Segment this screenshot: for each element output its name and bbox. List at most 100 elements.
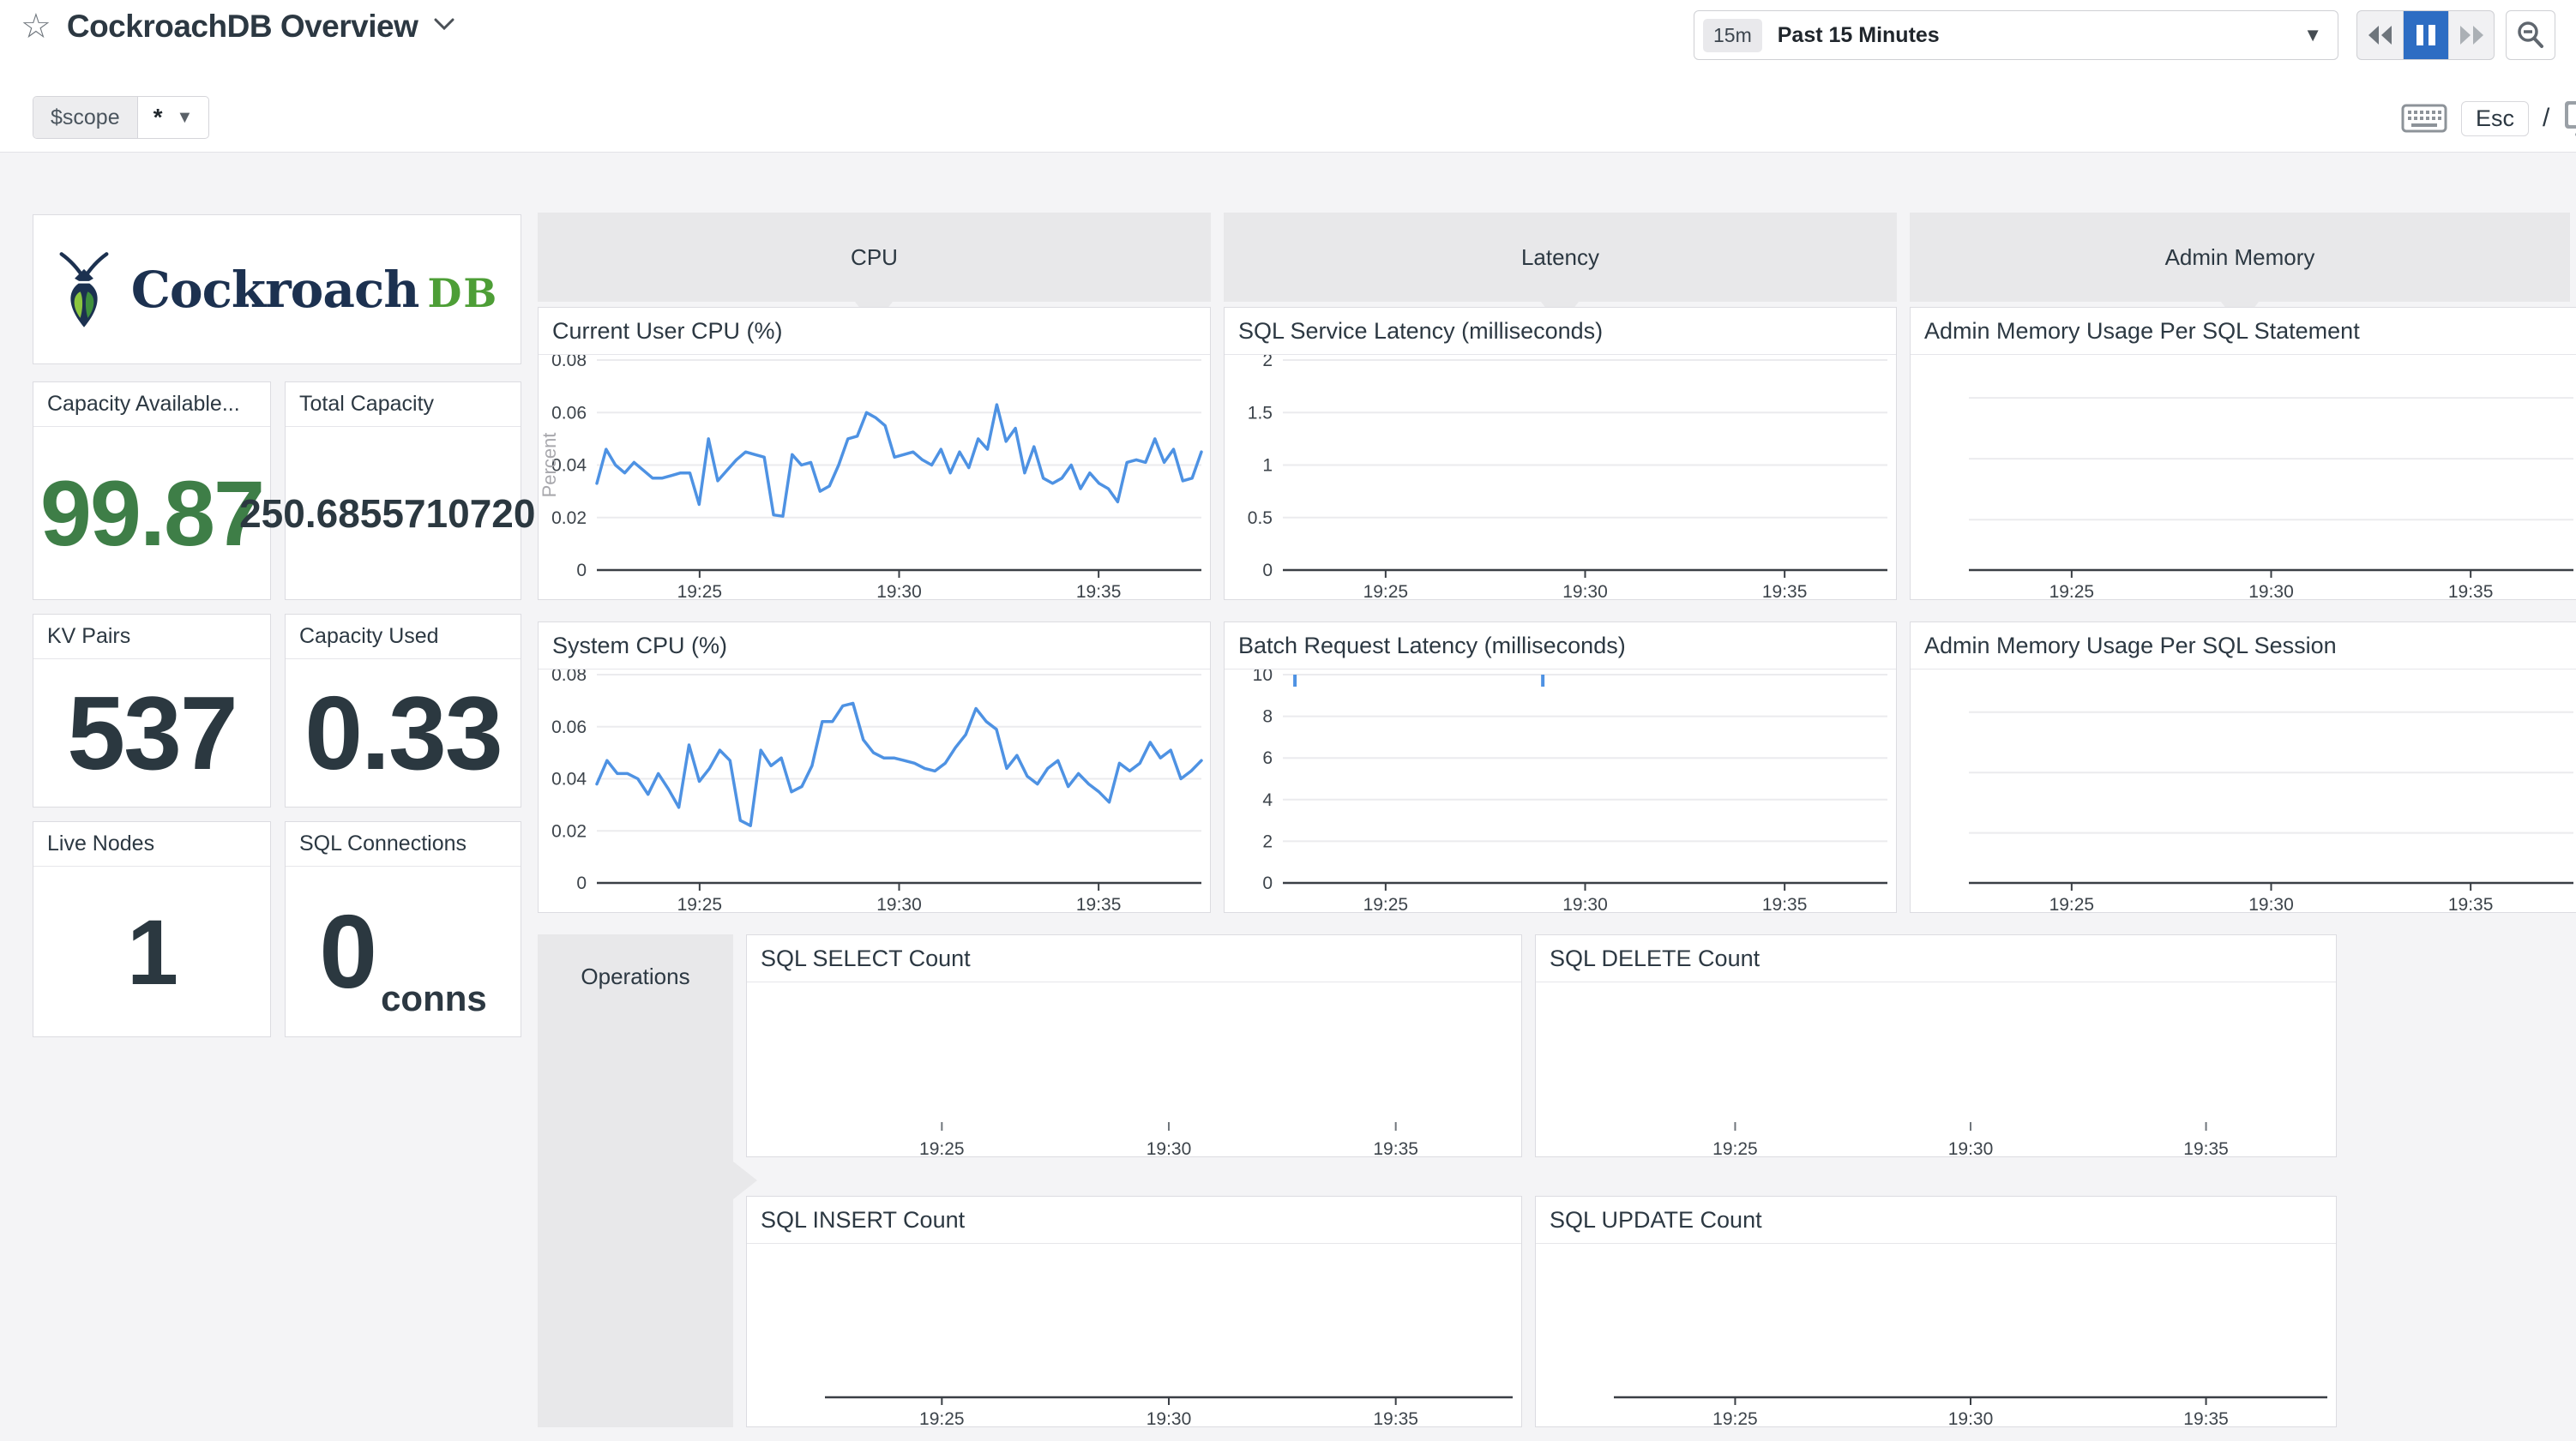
- chart-panel-sql-delete-count[interactable]: SQL DELETE Count 19:2519:3019:35: [1535, 934, 2337, 1157]
- chart-plot[interactable]: 00.511.5219:2519:3019:35: [1225, 355, 1896, 599]
- group-title: Admin Memory: [2165, 244, 2315, 271]
- chart-title: SQL INSERT Count: [747, 1197, 1521, 1244]
- svg-text:2: 2: [1262, 832, 1273, 851]
- chart-panel-admin-memory-session[interactable]: Admin Memory Usage Per SQL Session 19:25…: [1910, 621, 2576, 913]
- svg-text:4: 4: [1262, 790, 1273, 810]
- chart-title: Current User CPU (%): [539, 308, 1210, 355]
- svg-text:19:25: 19:25: [677, 895, 723, 912]
- svg-text:0.02: 0.02: [551, 508, 587, 528]
- svg-text:19:25: 19:25: [1363, 895, 1409, 912]
- scope-variable-selector[interactable]: $scope * ▼: [33, 96, 209, 139]
- stat-label: KV Pairs: [33, 615, 270, 659]
- slash-separator: /: [2543, 104, 2549, 133]
- chart-title: SQL Service Latency (milliseconds): [1225, 308, 1896, 355]
- cockroachdb-logo-text: CockroachDB: [131, 261, 498, 319]
- title-chevron-down-icon[interactable]: [433, 16, 454, 37]
- svg-text:19:30: 19:30: [1948, 1139, 1994, 1156]
- svg-text:19:25: 19:25: [2049, 582, 2095, 599]
- tv-mode-icon[interactable]: [2563, 99, 2576, 137]
- playback-controls: [2356, 10, 2495, 60]
- stat-value-wrap: 0 conns: [286, 867, 521, 1036]
- cockroachdb-bug-icon: [56, 250, 112, 329]
- svg-text:19:35: 19:35: [1762, 895, 1808, 912]
- stat-label: SQL Connections: [286, 822, 521, 867]
- chart-plot[interactable]: 19:2519:3019:35: [1536, 1244, 2336, 1426]
- chart-plot[interactable]: 00.020.040.060.0819:2519:3019:35Percent: [539, 355, 1210, 599]
- keyboard-icon[interactable]: [2401, 102, 2447, 135]
- svg-text:0.5: 0.5: [1248, 508, 1273, 528]
- chart-plot[interactable]: 19:2519:3019:35: [747, 1244, 1521, 1426]
- chart-plot[interactable]: 024681019:2519:3019:35: [1225, 669, 1896, 912]
- stat-card-total-capacity: Total Capacity 250.6855710720 GB: [285, 381, 521, 600]
- chart-title: Admin Memory Usage Per SQL Statement: [1911, 308, 2576, 355]
- stat-card-capacity-available: Capacity Available... 99.87: [33, 381, 271, 600]
- stat-value-wrap: 250.6855710720 GB: [286, 427, 521, 599]
- svg-text:10: 10: [1253, 669, 1273, 685]
- zoom-out-button[interactable]: [2506, 10, 2555, 60]
- group-header-cpu[interactable]: CPU: [538, 213, 1211, 302]
- pause-button[interactable]: [2403, 11, 2448, 59]
- svg-text:19:30: 19:30: [2248, 895, 2294, 912]
- magnifier-minus-icon: [2514, 19, 2547, 51]
- stat-card-live-nodes: Live Nodes 1: [33, 821, 271, 1037]
- stat-label: Capacity Used: [286, 615, 521, 659]
- svg-text:1: 1: [1262, 456, 1273, 476]
- chart-plot[interactable]: 19:2519:3019:35: [1911, 669, 2576, 912]
- stat-value: 0.33: [304, 673, 501, 793]
- favorite-star-icon[interactable]: ☆: [21, 9, 51, 44]
- svg-text:2: 2: [1262, 355, 1273, 370]
- stat-card-sql-connections: SQL Connections 0 conns: [285, 821, 521, 1037]
- svg-text:6: 6: [1262, 748, 1273, 768]
- group-title: CPU: [851, 244, 898, 271]
- pause-icon: [2415, 22, 2437, 48]
- chart-title: SQL SELECT Count: [747, 935, 1521, 982]
- esc-key-hint: Esc: [2461, 101, 2529, 136]
- stat-label: Capacity Available...: [33, 382, 270, 427]
- chart-plot[interactable]: 19:2519:3019:35: [747, 982, 1521, 1156]
- cockroachdb-logo-card: CockroachDB: [33, 214, 521, 364]
- shortcut-row: Esc /: [2401, 99, 2576, 137]
- svg-text:19:35: 19:35: [2448, 895, 2494, 912]
- svg-text:19:25: 19:25: [1712, 1409, 1758, 1426]
- chart-plot[interactable]: 00.020.040.060.0819:2519:3019:35: [539, 669, 1210, 912]
- group-header-latency[interactable]: Latency: [1224, 213, 1897, 302]
- chart-title: SQL UPDATE Count: [1536, 1197, 2336, 1244]
- chart-panel-sql-select-count[interactable]: SQL SELECT Count 19:2519:3019:35: [746, 934, 1522, 1157]
- chart-title: SQL DELETE Count: [1536, 935, 2336, 982]
- chart-panel-system-cpu[interactable]: System CPU (%) 00.020.040.060.0819:2519:…: [538, 621, 1211, 913]
- time-range-badge: 15m: [1703, 19, 1762, 52]
- stat-card-capacity-used: Capacity Used 0.33: [285, 614, 521, 808]
- time-range-caret-icon: ▼: [2303, 24, 2322, 46]
- fast-forward-button[interactable]: [2448, 11, 2494, 59]
- svg-text:0.06: 0.06: [551, 403, 587, 423]
- stat-value: 99.87: [40, 459, 263, 567]
- svg-text:0.02: 0.02: [551, 821, 587, 841]
- group-header-operations[interactable]: Operations: [538, 934, 733, 1427]
- svg-text:0.08: 0.08: [551, 669, 587, 685]
- chart-panel-sql-service-latency[interactable]: SQL Service Latency (milliseconds) 00.51…: [1224, 307, 1897, 600]
- stat-value-wrap: 0.33: [286, 659, 521, 807]
- chart-panel-batch-request-latency[interactable]: Batch Request Latency (milliseconds) 024…: [1224, 621, 1897, 913]
- stat-card-kv-pairs: KV Pairs 537: [33, 614, 271, 808]
- scope-variable-name: $scope: [33, 97, 138, 138]
- chart-panel-sql-insert-count[interactable]: SQL INSERT Count 19:2519:3019:35: [746, 1196, 1522, 1427]
- chart-panel-admin-memory-statement[interactable]: Admin Memory Usage Per SQL Statement 19:…: [1910, 307, 2576, 600]
- svg-text:19:30: 19:30: [2248, 582, 2294, 599]
- chart-title: Admin Memory Usage Per SQL Session: [1911, 622, 2576, 669]
- svg-text:19:25: 19:25: [677, 582, 723, 599]
- group-header-admin-memory[interactable]: Admin Memory: [1910, 213, 2570, 302]
- chart-plot[interactable]: 19:2519:3019:35: [1911, 355, 2576, 599]
- scope-variable-value: * ▼: [138, 97, 209, 138]
- svg-text:Percent: Percent: [539, 433, 560, 498]
- svg-text:19:35: 19:35: [1373, 1409, 1418, 1426]
- chart-panel-sql-update-count[interactable]: SQL UPDATE Count 19:2519:3019:35: [1535, 1196, 2337, 1427]
- time-range-selector[interactable]: 15m Past 15 Minutes ▼: [1694, 10, 2338, 60]
- chart-plot[interactable]: 19:2519:3019:35: [1536, 982, 2336, 1156]
- rewind-button[interactable]: [2357, 11, 2403, 59]
- chart-panel-current-user-cpu[interactable]: Current User CPU (%) 00.020.040.060.0819…: [538, 307, 1211, 600]
- stat-value-wrap: 99.87: [33, 427, 270, 599]
- svg-text:0.08: 0.08: [551, 355, 587, 370]
- page-title: CockroachDB Overview: [67, 9, 418, 45]
- stat-value: 537: [67, 673, 237, 793]
- stat-unit: conns: [381, 978, 487, 1036]
